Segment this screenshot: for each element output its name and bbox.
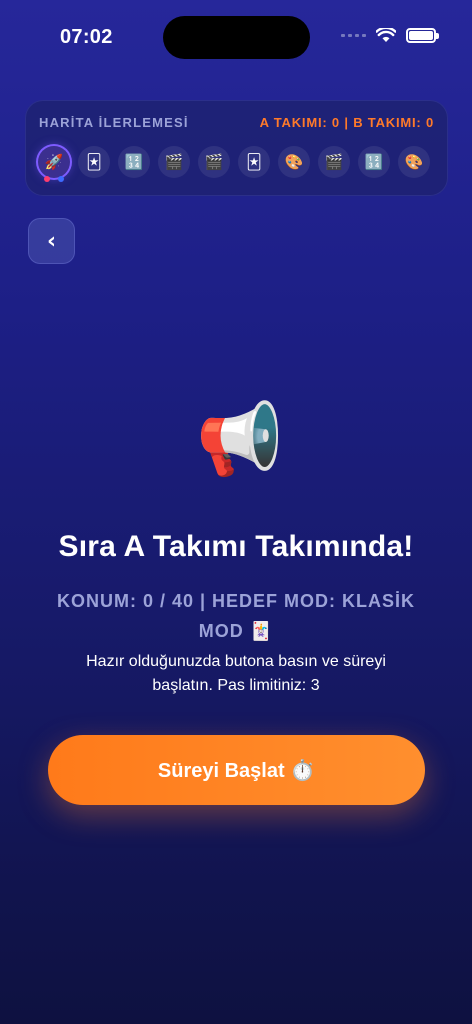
map-progress-card: HARİTA İLERLEMESİ A TAKIMI: 0 | B TAKIMI… [25,100,448,196]
wifi-icon [376,28,396,42]
rocket-icon: 🚀 [44,153,64,171]
map-step-clapper: 🎬 [158,146,190,178]
turn-title: Sıra A Takımı Takımında! [58,530,414,563]
map-step-card: 🃏 [78,146,110,178]
map-step-rocket: 🚀 [38,146,70,182]
dynamic-island [163,16,310,59]
map-step-palette: 🎨 [278,146,310,178]
numbers-icon: 🔢 [124,153,144,171]
start-timer-label: Süreyi Başlat ⏱️ [157,759,316,782]
card-icon: 🃏 [86,153,102,171]
map-progress-title: HARİTA İLERLEMESİ [39,115,189,130]
team-b-marker [58,176,64,182]
numbers-icon: 🔢 [364,153,384,171]
clapper-icon: 🎬 [204,153,224,171]
megaphone-icon: 📢 [196,397,284,480]
cellular-signal-icon [341,34,366,37]
battery-icon [406,28,439,43]
team-score: A TAKIMI: 0 | B TAKIMI: 0 [259,115,434,130]
chevron-left-icon: ‹ [46,228,57,254]
team-a-marker [44,176,50,182]
palette-icon: 🎨 [284,153,304,171]
back-button[interactable]: ‹ [28,218,75,264]
map-step-card: 🃏 [238,146,270,178]
status-icons [341,28,439,43]
map-step-numbers: 🔢 [118,146,150,178]
card-icon: 🃏 [246,153,262,171]
position-info: KONUM: 0 / 40 | HEDEF MOD: KLASİK MOD 🃏 [56,591,416,641]
map-step-clapper: 🎬 [198,146,230,178]
team-markers [44,176,64,182]
clapper-icon: 🎬 [164,153,184,171]
map-step-numbers: 🔢 [358,146,390,178]
instructions-text: Hazır olduğunuzda butona basın ve süreyi… [86,653,386,694]
clapper-icon: 🎬 [324,153,344,171]
map-step-palette: 🎨 [398,146,430,178]
map-steps: 🚀 🃏 🔢 🎬 🎬 🃏 🎨 🎬 🔢 🎨 [38,146,430,182]
map-step-clapper: 🎬 [318,146,350,178]
status-time: 07:02 [60,26,113,48]
start-timer-button[interactable]: Süreyi Başlat ⏱️ [48,735,425,805]
palette-icon: 🎨 [404,153,424,171]
status-bar: 07:02 [0,0,472,70]
